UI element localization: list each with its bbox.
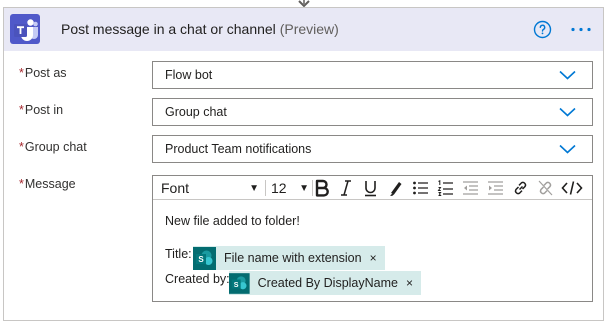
increase-indent-icon[interactable]	[487, 179, 504, 197]
required-marker: *	[19, 140, 24, 154]
group-chat-label: *Group chat	[19, 140, 87, 154]
required-marker: *	[19, 66, 24, 80]
chevron-down-icon	[559, 70, 576, 80]
dynamic-content-token[interactable]: S File name with extension ×	[193, 246, 385, 270]
sharepoint-icon: S	[229, 272, 250, 294]
post-as-label-text: Post as	[24, 66, 67, 80]
more-options-icon[interactable]	[570, 20, 592, 39]
microsoft-teams-icon	[10, 14, 40, 44]
post-in-label-text: Post in	[24, 103, 64, 117]
title-line-label: Title:	[165, 247, 192, 261]
svg-text:S: S	[234, 280, 239, 288]
message-label: *Message	[19, 177, 76, 191]
sharepoint-icon: S	[193, 246, 216, 270]
toolbar-divider	[312, 180, 313, 196]
insert-link-icon[interactable]	[512, 179, 529, 197]
highlight-icon[interactable]	[388, 179, 403, 197]
svg-text:S: S	[198, 255, 204, 264]
remove-link-icon[interactable]	[537, 179, 554, 197]
font-family-value: Font	[161, 180, 190, 196]
bulleted-list-icon[interactable]	[412, 179, 429, 197]
rich-text-toolbar: Font ▼ 12 ▼	[153, 176, 592, 200]
required-marker: *	[19, 177, 24, 191]
action-title: Post message in a chat or channel (Previ…	[61, 21, 339, 37]
post-in-dropdown[interactable]: Group chat	[152, 98, 593, 126]
group-chat-dropdown[interactable]: Product Team notifications	[152, 135, 593, 163]
group-chat-label-text: Group chat	[24, 140, 87, 154]
post-as-dropdown[interactable]: Flow bot	[152, 61, 593, 89]
chevron-down-icon	[559, 144, 576, 154]
numbered-list-icon[interactable]	[437, 179, 454, 197]
help-icon[interactable]	[533, 20, 552, 39]
close-icon[interactable]: ×	[370, 251, 377, 265]
action-title-text: Post message in a chat or channel	[61, 21, 276, 37]
post-as-label: *Post as	[19, 66, 67, 80]
token-label: File name with extension	[224, 251, 362, 265]
post-in-label: *Post in	[19, 103, 63, 117]
message-body-text: New file added to folder!	[165, 214, 300, 228]
dynamic-content-token[interactable]: S Created By DisplayName ×	[229, 271, 421, 295]
close-icon[interactable]: ×	[406, 276, 413, 290]
required-marker: *	[19, 103, 24, 117]
action-header[interactable]: Post message in a chat or channel (Previ…	[4, 8, 603, 51]
post-as-value: Flow bot	[165, 68, 213, 82]
chevron-down-icon	[559, 107, 576, 117]
post-in-value: Group chat	[165, 105, 227, 119]
preview-tag: (Preview)	[279, 21, 339, 37]
font-size-select[interactable]: 12 ▼	[271, 179, 309, 197]
created-by-line-label: Created by:	[165, 272, 230, 286]
underline-icon[interactable]	[363, 179, 378, 197]
group-chat-value: Product Team notifications	[165, 142, 312, 156]
font-family-select[interactable]: Font ▼	[161, 179, 259, 197]
italic-icon[interactable]	[339, 179, 353, 197]
action-card: Post message in a chat or channel (Previ…	[3, 7, 604, 321]
code-view-icon[interactable]	[561, 179, 583, 197]
caret-down-icon: ▼	[299, 182, 309, 194]
bold-icon[interactable]	[314, 179, 330, 197]
font-size-value: 12	[271, 180, 287, 196]
message-editor[interactable]: Font ▼ 12 ▼ New file added to folder! Ti…	[152, 175, 593, 302]
token-label: Created By DisplayName	[257, 276, 398, 290]
toolbar-divider	[265, 180, 266, 196]
message-label-text: Message	[24, 177, 76, 191]
caret-down-icon: ▼	[249, 182, 259, 194]
decrease-indent-icon[interactable]	[462, 179, 479, 197]
